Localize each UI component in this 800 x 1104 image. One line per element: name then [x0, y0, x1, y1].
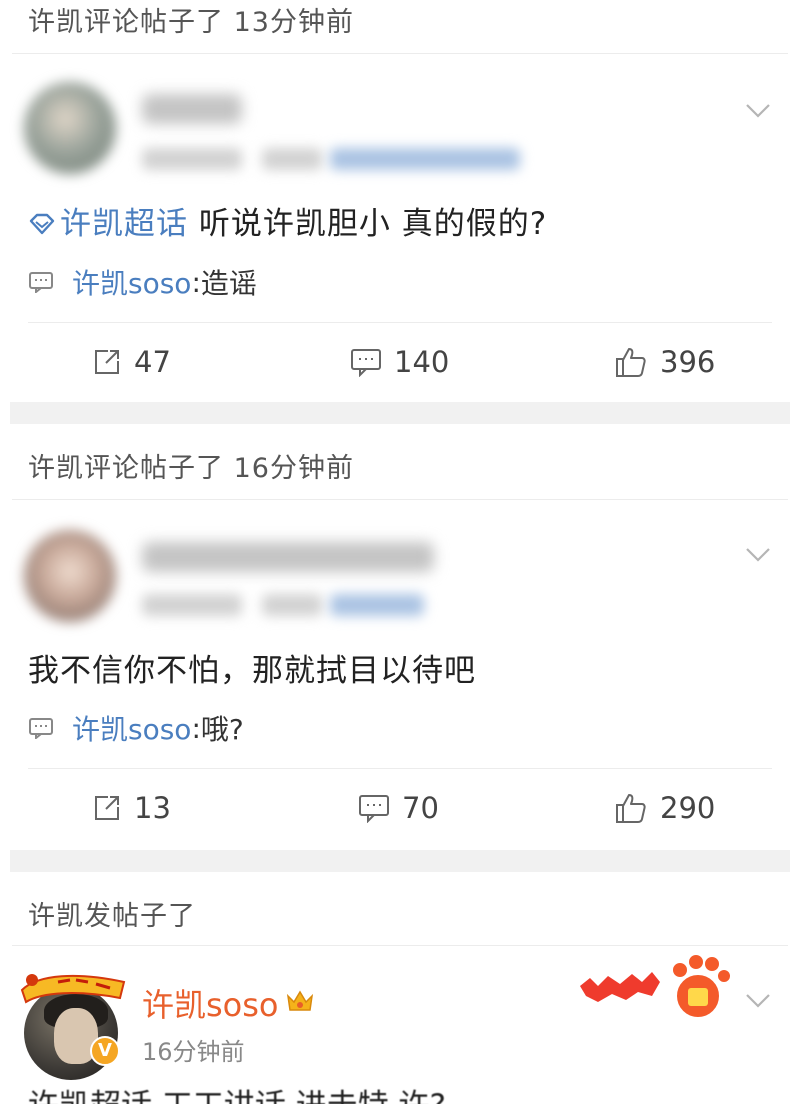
avatar[interactable] — [24, 530, 116, 622]
post-body: 我不信你不怕，那就拭目以待吧 — [28, 653, 476, 689]
item-context: 许凯发帖子了 — [28, 901, 196, 932]
repost-count: 47 — [134, 345, 171, 379]
post-text[interactable]: 许凯超话 听说许凯胆小 真的假的? — [28, 198, 547, 243]
comment-icon — [359, 795, 389, 823]
username-blurred[interactable] — [142, 94, 242, 124]
reply-text: 造谣 — [200, 267, 257, 300]
like-count: 290 — [660, 791, 716, 825]
post-text[interactable]: 我不信你不怕，那就拭目以待吧 — [28, 645, 476, 690]
reply-text: 哦? — [200, 713, 244, 746]
repost-count: 13 — [134, 791, 171, 825]
device-link-blurred — [330, 148, 520, 170]
tiger-paw-decoration-icon — [580, 953, 732, 1019]
reply-separator: : — [191, 265, 201, 299]
avatar[interactable] — [24, 82, 116, 174]
reply-author[interactable]: 许凯soso — [72, 262, 191, 302]
device-blurred — [262, 148, 322, 170]
repost-button[interactable]: 13 — [92, 778, 171, 838]
post-body: 听说许凯胆小 真的假的? — [198, 206, 548, 242]
comment-icon — [29, 272, 53, 293]
item-context: 许凯评论帖子了 16分钟前 — [28, 453, 354, 484]
thumbs-up-icon — [616, 794, 646, 823]
item-context: 许凯评论帖子了 13分钟前 — [28, 7, 354, 38]
comment-count: 140 — [394, 345, 450, 379]
verified-badge-icon: V — [90, 1036, 120, 1066]
reply-preview[interactable]: 许凯soso: 造谣 — [28, 262, 257, 302]
reply-author[interactable]: 许凯soso — [72, 708, 191, 748]
author-name[interactable]: 许凯soso — [142, 980, 315, 1026]
device-blurred — [262, 594, 322, 616]
username-blurred[interactable] — [142, 542, 434, 572]
action-bar: 13 70 290 — [0, 778, 800, 838]
reply-separator: : — [191, 711, 201, 745]
section-gap — [10, 850, 790, 872]
repost-button[interactable]: 47 — [92, 332, 171, 392]
reply-preview[interactable]: 许凯soso: 哦? — [28, 708, 244, 748]
like-button[interactable]: 290 — [614, 778, 715, 838]
supertopic-link[interactable]: 许凯超话 — [28, 206, 188, 242]
thumbs-up-icon — [616, 348, 646, 377]
comment-button[interactable]: 70 — [358, 778, 439, 838]
diamond-icon — [29, 213, 55, 235]
feed-item-1: 许凯评论帖子了 13分钟前 许凯超话 听说许凯胆小 真的假的? 许凯soso: … — [0, 0, 800, 402]
divider — [12, 499, 788, 500]
like-button[interactable]: 396 — [614, 332, 715, 392]
feed-item-2: 许凯评论帖子了 16分钟前 我不信你不怕，那就拭目以待吧 许凯soso: 哦? … — [0, 424, 800, 850]
divider — [12, 945, 788, 946]
comment-icon — [351, 349, 381, 377]
crown-badge-icon — [286, 990, 313, 1011]
comment-count: 70 — [402, 791, 439, 825]
action-bar: 47 140 396 — [0, 332, 800, 392]
meta-blurred — [142, 148, 242, 170]
share-icon — [95, 796, 119, 820]
section-gap — [10, 402, 790, 424]
divider — [28, 322, 772, 323]
chevron-down-icon[interactable] — [744, 540, 772, 568]
divider — [12, 53, 788, 54]
comment-button[interactable]: 140 — [350, 332, 449, 392]
topic-label: 许凯超话 — [60, 206, 188, 242]
share-icon — [95, 350, 119, 374]
like-count: 396 — [660, 345, 716, 379]
author-name-label: 许凯soso — [142, 986, 279, 1024]
meta-blurred — [142, 594, 242, 616]
chevron-down-icon[interactable] — [744, 986, 772, 1014]
post-time: 16分钟前 — [142, 1038, 245, 1066]
comment-icon — [29, 718, 53, 739]
chevron-down-icon[interactable] — [744, 96, 772, 124]
avatar-sticker-icon — [20, 974, 126, 1004]
post-text-partial[interactable]: 许凯超话 工工讲话 进击特 许? — [28, 1080, 446, 1104]
divider — [28, 768, 772, 769]
device-link-blurred — [330, 594, 424, 616]
